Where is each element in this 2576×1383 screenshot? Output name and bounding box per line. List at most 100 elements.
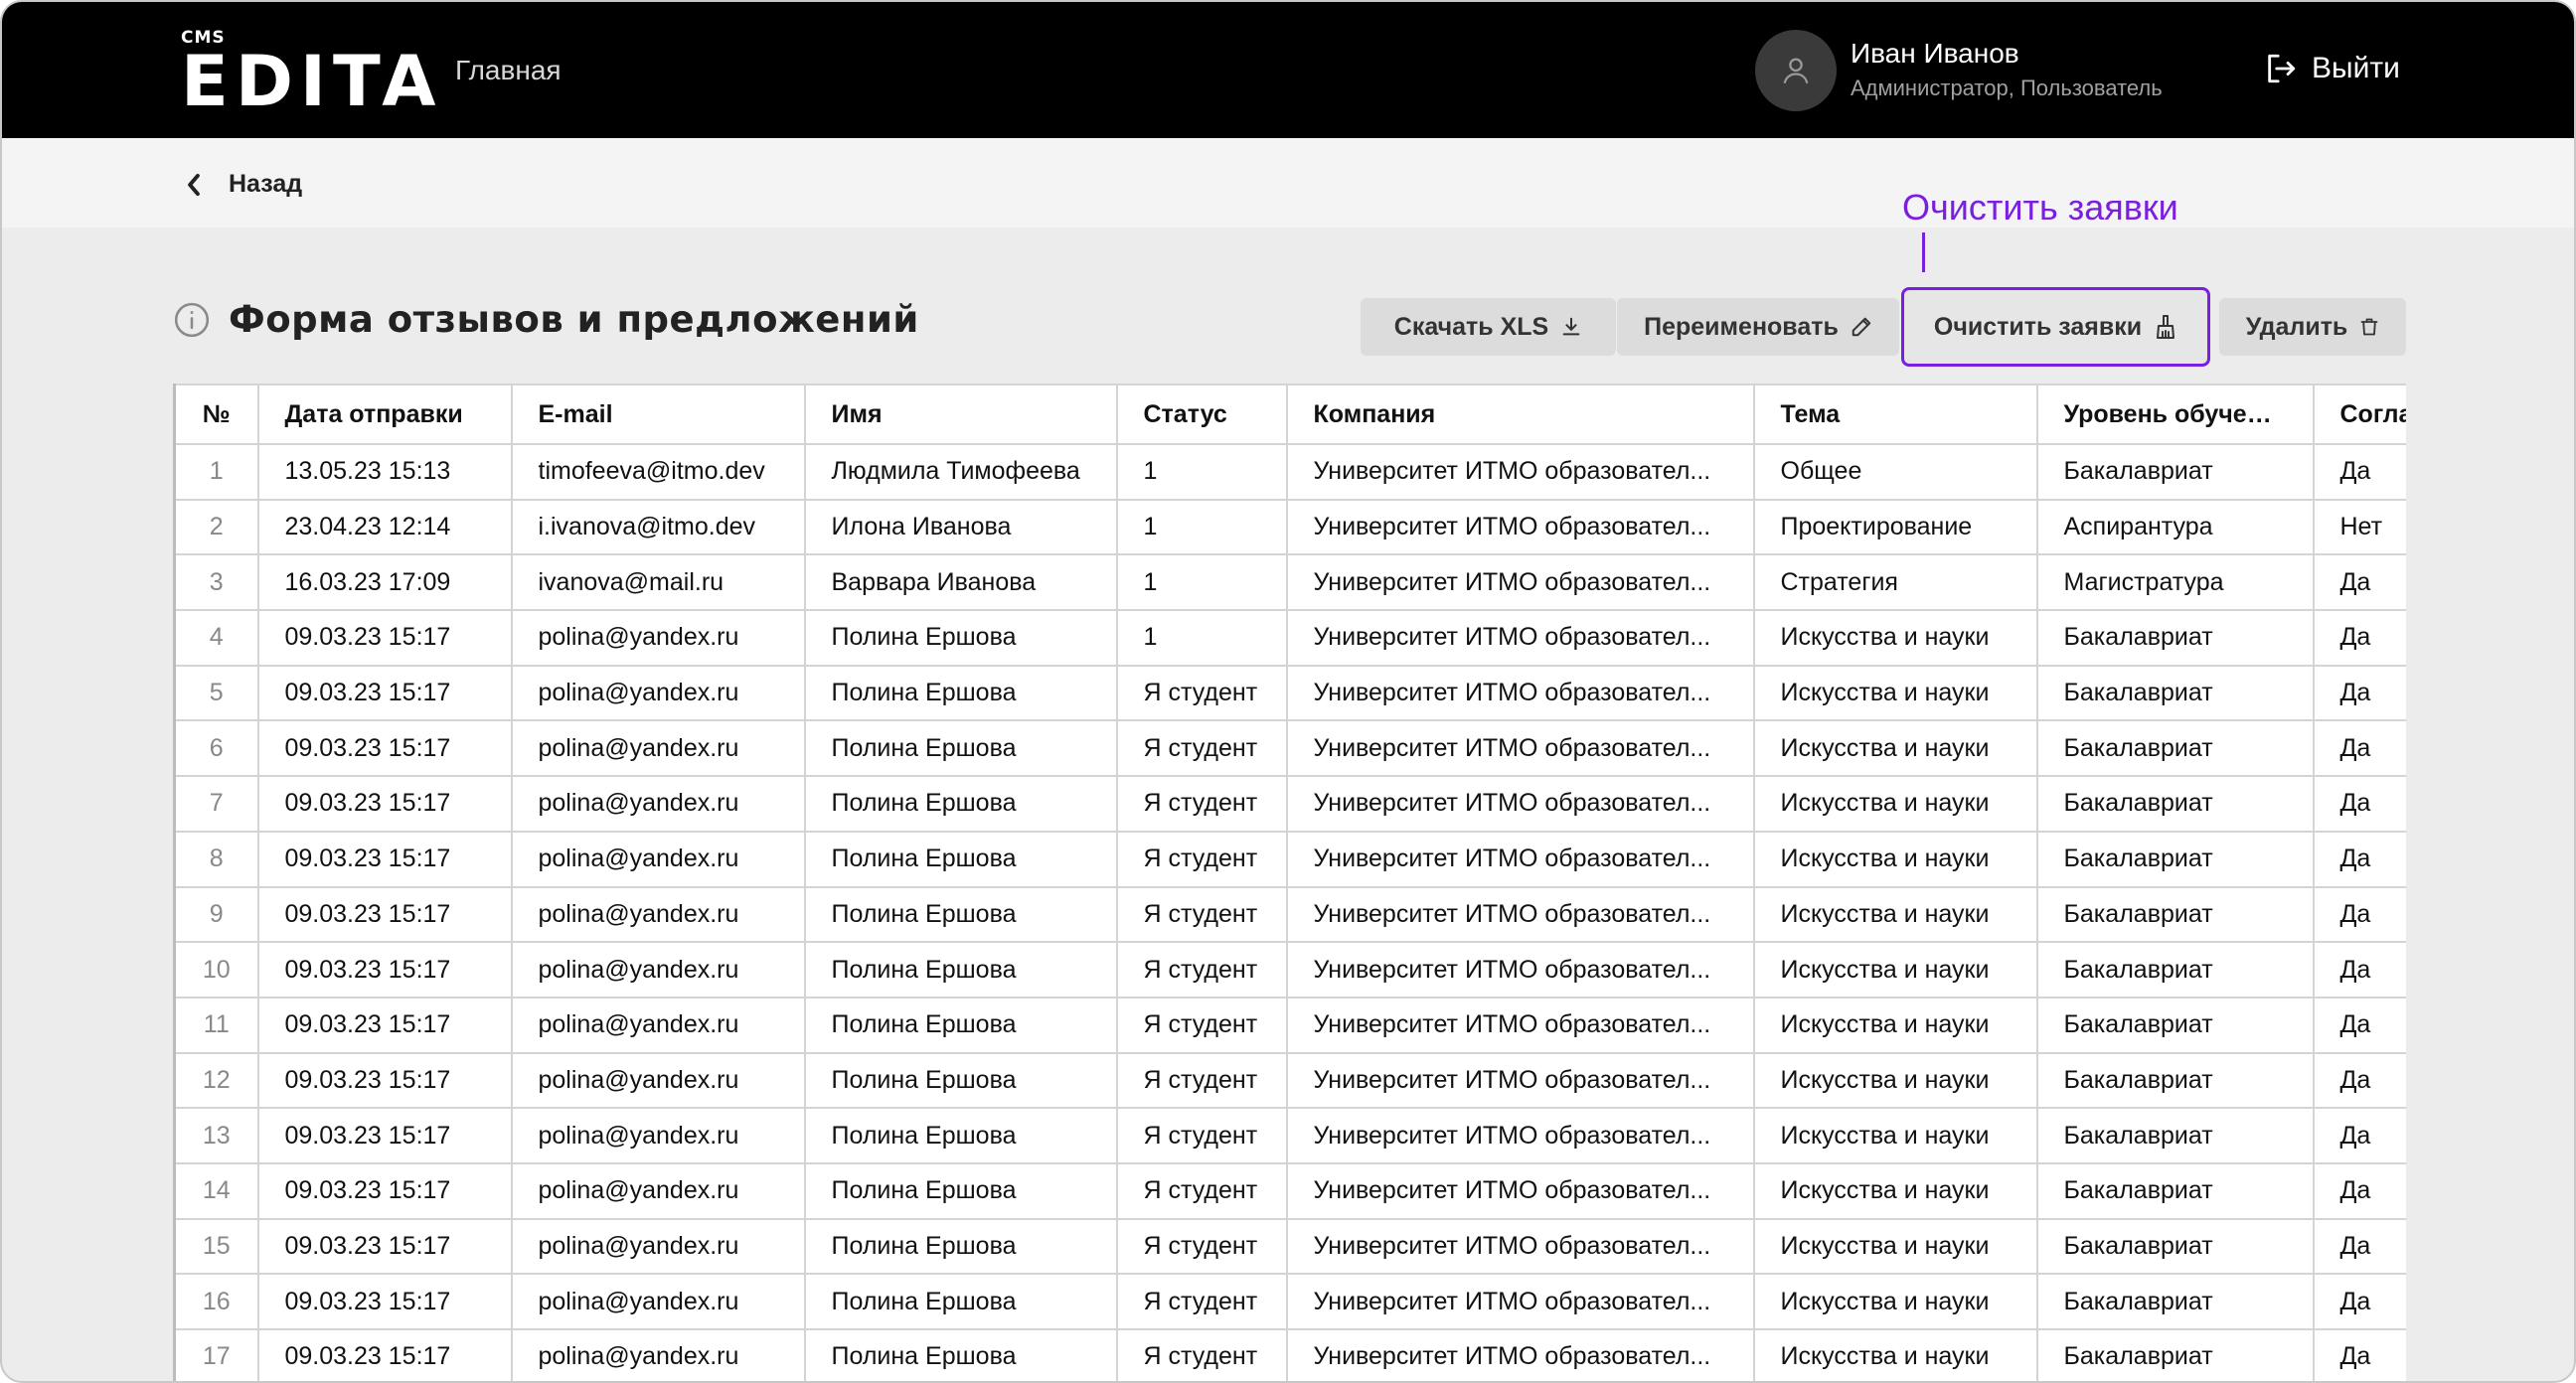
table-row[interactable]: 6 09.03.23 15:17 polina@yandex.ru Полина Ер…: [173, 719, 2406, 778]
cell-consent: Да: [2312, 719, 2406, 778]
cell-email: polina@yandex.ru: [510, 775, 806, 833]
cell-consent: Да: [2312, 553, 2406, 612]
cell-num: 1: [173, 443, 259, 501]
logo-edita: EDITA: [181, 41, 443, 122]
delete-button[interactable]: Удалить: [2219, 298, 2406, 356]
cell-num: 2: [173, 498, 259, 556]
cell-email: polina@yandex.ru: [510, 1051, 806, 1110]
cell-status: Я студент: [1115, 1217, 1288, 1276]
cell-topic: Искусства и науки: [1752, 664, 2038, 722]
column-header-consent[interactable]: Согла: [2312, 384, 2406, 445]
column-header-topic[interactable]: Тема: [1752, 384, 2038, 445]
column-header-date[interactable]: Дата отправки: [256, 384, 513, 445]
cell-num: 8: [173, 830, 259, 888]
column-header-num[interactable]: №: [173, 384, 259, 445]
cell-level: Бакалавриат: [2035, 830, 2315, 888]
cell-email: polina@yandex.ru: [510, 996, 806, 1054]
cell-level: Бакалавриат: [2035, 1051, 2315, 1110]
cell-topic: Искусства и науки: [1752, 609, 2038, 667]
cell-date: 09.03.23 15:17: [256, 1051, 513, 1110]
cell-date: 09.03.23 15:17: [256, 830, 513, 888]
cell-company: Университет ИТМО образовател...: [1285, 609, 1755, 667]
rename-button[interactable]: Переименовать: [1617, 298, 1899, 356]
cell-status: 1: [1115, 498, 1288, 556]
cell-company: Университет ИТМО образовател...: [1285, 1107, 1755, 1164]
cell-level: Бакалавриат: [2035, 996, 2315, 1054]
table-row[interactable]: 5 09.03.23 15:17 polina@yandex.ru Полина Ер…: [173, 664, 2406, 722]
cell-status: Я студент: [1115, 996, 1288, 1054]
column-header-name[interactable]: Имя: [803, 384, 1118, 445]
cell-company: Университет ИТМО образовател...: [1285, 830, 1755, 888]
table-row[interactable]: 1 13.05.23 15:13 timofeeva@itmo.dev Людмила…: [173, 443, 2406, 501]
cell-company: Университет ИТМО образовател...: [1285, 553, 1755, 612]
user-role: Администратор, Пользователь: [1851, 76, 2163, 100]
table-row[interactable]: 9 09.03.23 15:17 polina@yandex.ru Полина Ер…: [173, 885, 2406, 944]
logout-button[interactable]: Выйти: [2264, 52, 2400, 85]
cell-level: Бакалавриат: [2035, 664, 2315, 722]
cell-company: Университет ИТМО образовател...: [1285, 941, 1755, 999]
cell-name: Полина Ершова: [803, 664, 1118, 722]
table-row[interactable]: 7 09.03.23 15:17 polina@yandex.ru Полина Ер…: [173, 775, 2406, 833]
cell-num: 5: [173, 664, 259, 722]
cell-company: Университет ИТМО образовател...: [1285, 885, 1755, 944]
cell-level: Бакалавриат: [2035, 885, 2315, 944]
cell-status: Я студент: [1115, 941, 1288, 999]
table-row[interactable]: 15 09.03.23 15:17 polina@yandex.ru Полина Е…: [173, 1217, 2406, 1276]
cell-level: Бакалавриат: [2035, 719, 2315, 778]
cell-topic: Искусства и науки: [1752, 1161, 2038, 1220]
cell-status: Я студент: [1115, 885, 1288, 944]
cell-name: Полина Ершова: [803, 1051, 1118, 1110]
cell-email: timofeeva@itmo.dev: [510, 443, 806, 501]
clear-requests-button[interactable]: Очистить заявки: [1901, 287, 2210, 367]
cell-level: Бакалавриат: [2035, 1217, 2315, 1276]
cell-consent: Да: [2312, 830, 2406, 888]
cell-date: 09.03.23 15:17: [256, 996, 513, 1054]
cell-level: Магистратура: [2035, 553, 2315, 612]
avatar[interactable]: [1755, 30, 1837, 111]
column-header-status[interactable]: Статус: [1115, 384, 1288, 445]
cell-topic: Искусства и науки: [1752, 830, 2038, 888]
cell-date: 13.05.23 15:13: [256, 443, 513, 501]
cell-date: 23.04.23 12:14: [256, 498, 513, 556]
cell-date: 09.03.23 15:17: [256, 1328, 513, 1381]
cell-name: Полина Ершова: [803, 941, 1118, 999]
nav-home-link[interactable]: Главная: [455, 55, 562, 86]
cell-topic: Стратегия: [1752, 553, 2038, 612]
table-row[interactable]: 16 09.03.23 15:17 polina@yandex.ru Полина Е…: [173, 1273, 2406, 1330]
cell-level: Бакалавриат: [2035, 443, 2315, 501]
table-row[interactable]: 13 09.03.23 15:17 polina@yandex.ru Полина Е…: [173, 1107, 2406, 1164]
download-xls-button[interactable]: Скачать XLS: [1361, 298, 1616, 356]
cell-company: Университет ИТМО образовател...: [1285, 1273, 1755, 1330]
table-row[interactable]: 8 09.03.23 15:17 polina@yandex.ru Полина Ер…: [173, 830, 2406, 888]
table-row[interactable]: 2 23.04.23 12:14 i.ivanova@itmo.dev Илона И…: [173, 498, 2406, 556]
cell-consent: Нет: [2312, 498, 2406, 556]
column-header-company[interactable]: Компания: [1285, 384, 1755, 445]
table-row[interactable]: 12 09.03.23 15:17 polina@yandex.ru Полина Е…: [173, 1051, 2406, 1110]
cell-date: 09.03.23 15:17: [256, 775, 513, 833]
cell-name: Полина Ершова: [803, 996, 1118, 1054]
cell-email: polina@yandex.ru: [510, 885, 806, 944]
column-header-email[interactable]: E-mail: [510, 384, 806, 445]
cell-name: Полина Ершова: [803, 775, 1118, 833]
cell-num: 13: [173, 1107, 259, 1164]
table-row[interactable]: 17 09.03.23 15:17 polina@yandex.ru Полина Е…: [173, 1328, 2406, 1381]
table-row[interactable]: 10 09.03.23 15:17 polina@yandex.ru Полина Е…: [173, 941, 2406, 999]
table-row[interactable]: 4 09.03.23 15:17 polina@yandex.ru Полина Ер…: [173, 609, 2406, 667]
cell-level: Бакалавриат: [2035, 1107, 2315, 1164]
table-row[interactable]: 11 09.03.23 15:17 polina@yandex.ru Полина Е…: [173, 996, 2406, 1054]
cell-consent: Да: [2312, 1273, 2406, 1330]
cell-email: polina@yandex.ru: [510, 830, 806, 888]
info-icon[interactable]: [173, 301, 211, 339]
cell-email: polina@yandex.ru: [510, 719, 806, 778]
cell-company: Университет ИТМО образовател...: [1285, 996, 1755, 1054]
cell-company: Университет ИТМО образовател...: [1285, 1217, 1755, 1276]
table-row[interactable]: 3 16.03.23 17:09 ivanova@mail.ru Варвара Ив…: [173, 553, 2406, 612]
back-bar: Назад: [2, 138, 2574, 228]
back-button[interactable]: Назад: [185, 170, 302, 199]
submissions-table[interactable]: № Дата отправки E-mail Имя Статус Компания Тем…: [173, 384, 2406, 1381]
logo[interactable]: CMS EDITA: [181, 28, 443, 122]
cell-num: 9: [173, 885, 259, 944]
column-header-level[interactable]: Уровень обучения: [2035, 384, 2315, 445]
table-row[interactable]: 14 09.03.23 15:17 polina@yandex.ru Полина Е…: [173, 1161, 2406, 1220]
cell-date: 09.03.23 15:17: [256, 719, 513, 778]
